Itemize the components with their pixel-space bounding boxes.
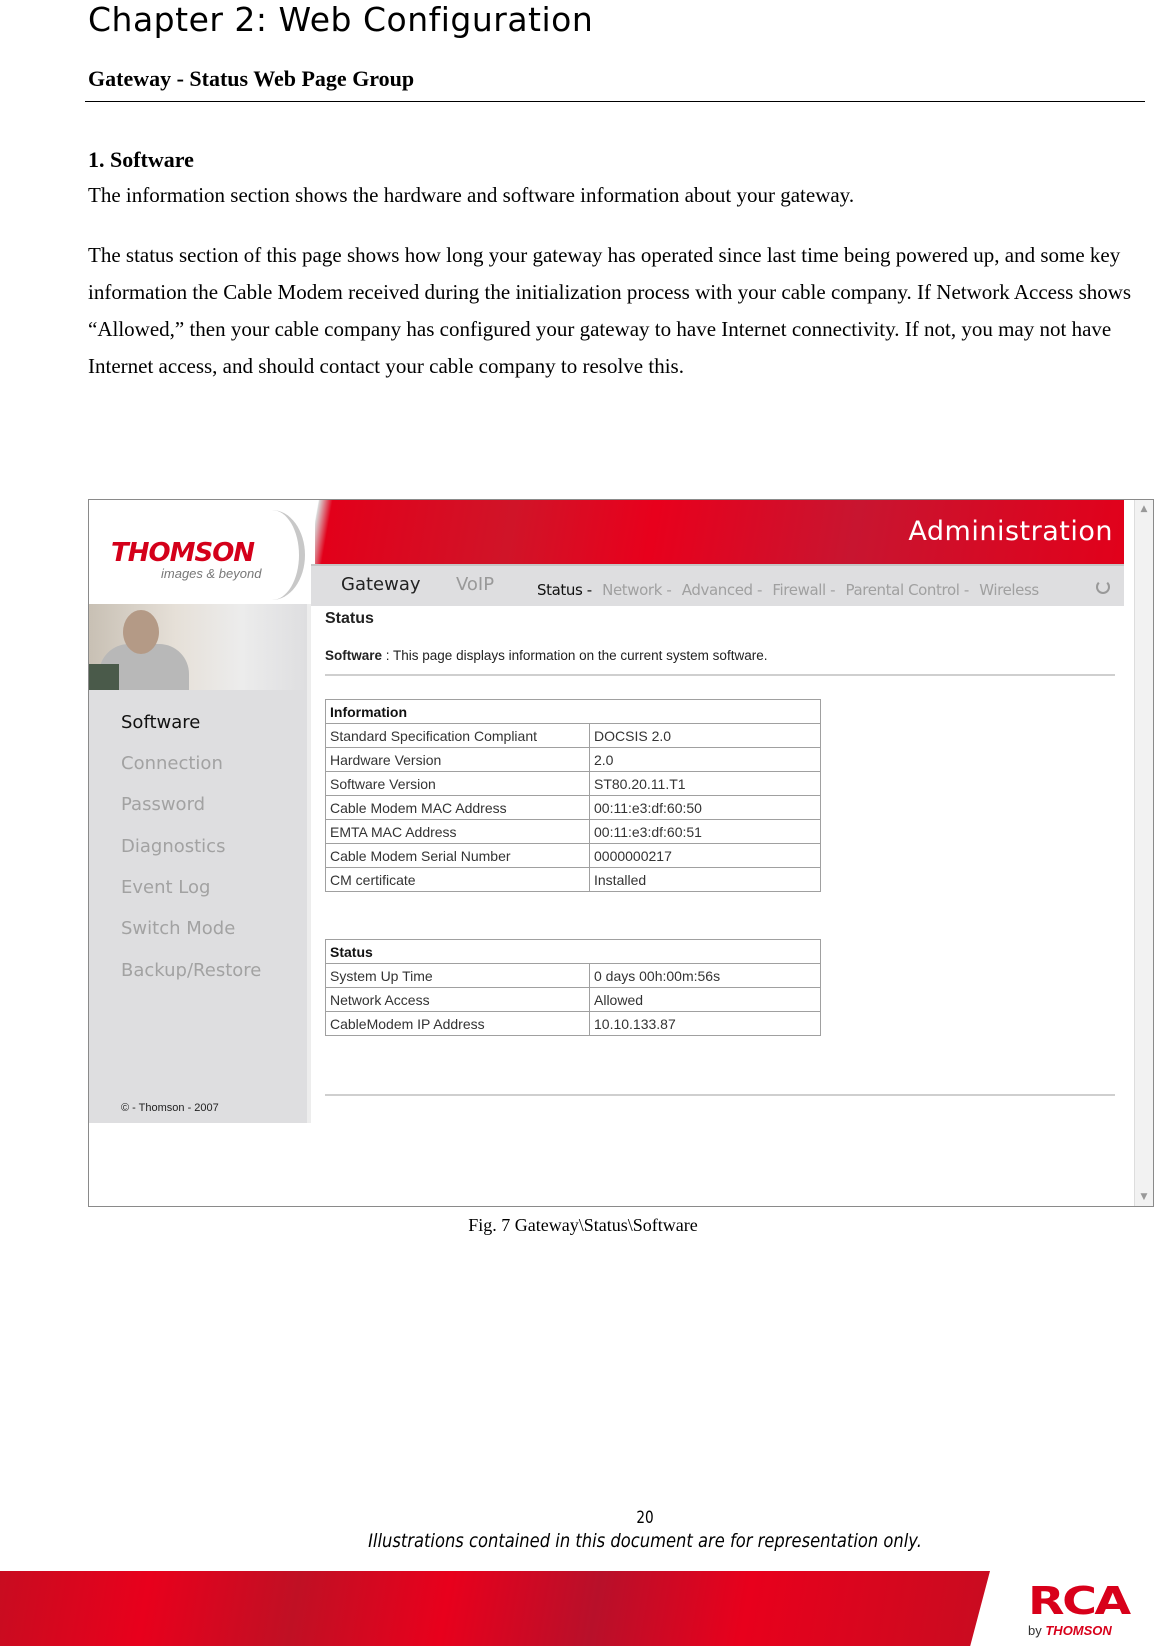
content-bottom-divider bbox=[325, 1094, 1115, 1096]
row-value: 00:11:e3:df:60:50 bbox=[589, 795, 821, 820]
table-row: EMTA MAC Address 00:11:e3:df:60:51 bbox=[325, 819, 821, 844]
sidebar-item-event-log[interactable]: Event Log bbox=[121, 877, 210, 898]
row-value: Installed bbox=[589, 867, 821, 892]
row-value: DOCSIS 2.0 bbox=[589, 723, 821, 748]
sub-nav: Status - Network - Advanced - Firewall -… bbox=[537, 581, 1045, 599]
disclaimer: Illustrations contained in this document… bbox=[368, 1530, 922, 1552]
table-row: Network Access Allowed bbox=[325, 987, 821, 1012]
sidebar-item-switch-mode[interactable]: Switch Mode bbox=[121, 918, 235, 939]
rca-by-text: by bbox=[1028, 1623, 1042, 1638]
table-header: Information bbox=[325, 699, 821, 724]
row-value: Allowed bbox=[589, 987, 821, 1012]
sidebar-item-diagnostics[interactable]: Diagnostics bbox=[121, 836, 225, 857]
row-value: 10.10.133.87 bbox=[589, 1011, 821, 1036]
status-table: Status System Up Time 0 days 00h:00m:56s … bbox=[325, 939, 821, 1036]
row-label: EMTA MAC Address bbox=[325, 819, 590, 844]
figure-screenshot: THOMSON images & beyond Administration G… bbox=[88, 499, 1154, 1207]
row-label: Cable Modem MAC Address bbox=[325, 795, 590, 820]
nav-tab-voip[interactable]: VoIP bbox=[456, 574, 494, 595]
subnav-advanced[interactable]: Advanced - bbox=[682, 581, 763, 599]
table-row: Hardware Version 2.0 bbox=[325, 747, 821, 772]
row-value: 00:11:e3:df:60:51 bbox=[589, 819, 821, 844]
logo-brand: THOMSON bbox=[111, 538, 255, 568]
loading-spinner-icon bbox=[1096, 580, 1110, 594]
rca-by-brand: THOMSON bbox=[1045, 1623, 1112, 1638]
row-label: Hardware Version bbox=[325, 747, 590, 772]
vertical-scrollbar[interactable]: ▲ ▼ bbox=[1134, 500, 1153, 1206]
information-table: Information Standard Specification Compl… bbox=[325, 699, 821, 892]
row-label: CM certificate bbox=[325, 867, 590, 892]
user-photo bbox=[89, 604, 307, 690]
row-label: Software Version bbox=[325, 771, 590, 796]
footer-red-band bbox=[0, 1571, 990, 1646]
figure-caption: Fig. 7 Gateway\Status\Software bbox=[468, 1215, 698, 1235]
row-label: CableModem IP Address bbox=[325, 1011, 590, 1036]
table-header: Status bbox=[325, 939, 821, 964]
rca-logo: RCA bbox=[1028, 1579, 1131, 1623]
status-paragraph: The status section of this page shows ho… bbox=[88, 243, 1132, 378]
table-row: Cable Modem MAC Address 00:11:e3:df:60:50 bbox=[325, 795, 821, 820]
row-label: System Up Time bbox=[325, 963, 590, 988]
scroll-up-arrow-icon[interactable]: ▲ bbox=[1138, 503, 1150, 515]
table-row: CableModem IP Address 10.10.133.87 bbox=[325, 1011, 821, 1036]
sub-heading: 1. Software bbox=[88, 147, 194, 172]
subnav-parental-control[interactable]: Parental Control - bbox=[846, 581, 970, 599]
subnav-firewall[interactable]: Firewall - bbox=[772, 581, 835, 599]
rca-byline: by THOMSON bbox=[1028, 1623, 1112, 1638]
content-description: Software : This page displays informatio… bbox=[325, 648, 767, 663]
row-label: Network Access bbox=[325, 987, 590, 1012]
table-row: System Up Time 0 days 00h:00m:56s bbox=[325, 963, 821, 988]
subnav-network[interactable]: Network - bbox=[602, 581, 672, 599]
row-label: Cable Modem Serial Number bbox=[325, 843, 590, 868]
content-divider bbox=[325, 674, 1115, 676]
nav-bar: Gateway VoIP Status - Network - Advanced… bbox=[311, 564, 1124, 606]
row-label: Standard Specification Compliant bbox=[325, 723, 590, 748]
sidebar-item-software[interactable]: Software bbox=[121, 712, 200, 733]
heading-divider bbox=[85, 101, 1145, 102]
sidebar-item-backup-restore[interactable]: Backup/Restore bbox=[121, 960, 261, 981]
desc-text: This page displays information on the cu… bbox=[393, 648, 768, 663]
intro-paragraph: The information section shows the hardwa… bbox=[88, 183, 855, 207]
copyright: © - Thomson - 2007 bbox=[121, 1102, 219, 1114]
banner-title: Administration bbox=[908, 516, 1113, 547]
sidebar: Software Connection Password Diagnostics… bbox=[89, 604, 311, 1123]
thomson-logo: THOMSON images & beyond bbox=[89, 500, 315, 604]
table-row: CM certificate Installed bbox=[325, 867, 821, 892]
desc-separator: : bbox=[382, 648, 394, 663]
row-value: 0 days 00h:00m:56s bbox=[589, 963, 821, 988]
logo-tagline: images & beyond bbox=[161, 566, 262, 581]
table-row: Software Version ST80.20.11.T1 bbox=[325, 771, 821, 796]
table-row: Standard Specification Compliant DOCSIS 2… bbox=[325, 723, 821, 748]
desc-label: Software bbox=[325, 648, 383, 663]
nav-tab-gateway[interactable]: Gateway bbox=[341, 574, 421, 595]
row-value: 2.0 bbox=[589, 747, 821, 772]
sidebar-item-password[interactable]: Password bbox=[121, 794, 205, 815]
chapter-title: Chapter 2: Web Configuration bbox=[88, 0, 594, 39]
section-heading: Gateway - Status Web Page Group bbox=[88, 66, 415, 91]
page-number: 20 bbox=[636, 1508, 654, 1528]
scroll-down-arrow-icon[interactable]: ▼ bbox=[1138, 1191, 1150, 1203]
subnav-status[interactable]: Status - bbox=[537, 581, 592, 599]
row-value: 0000000217 bbox=[589, 843, 821, 868]
photo-head bbox=[123, 610, 159, 654]
content-title: Status bbox=[325, 610, 374, 627]
subnav-wireless[interactable]: Wireless bbox=[979, 581, 1039, 599]
row-value: ST80.20.11.T1 bbox=[589, 771, 821, 796]
table-row: Cable Modem Serial Number 0000000217 bbox=[325, 843, 821, 868]
sidebar-item-connection[interactable]: Connection bbox=[121, 753, 223, 774]
photo-laptop bbox=[89, 664, 119, 690]
